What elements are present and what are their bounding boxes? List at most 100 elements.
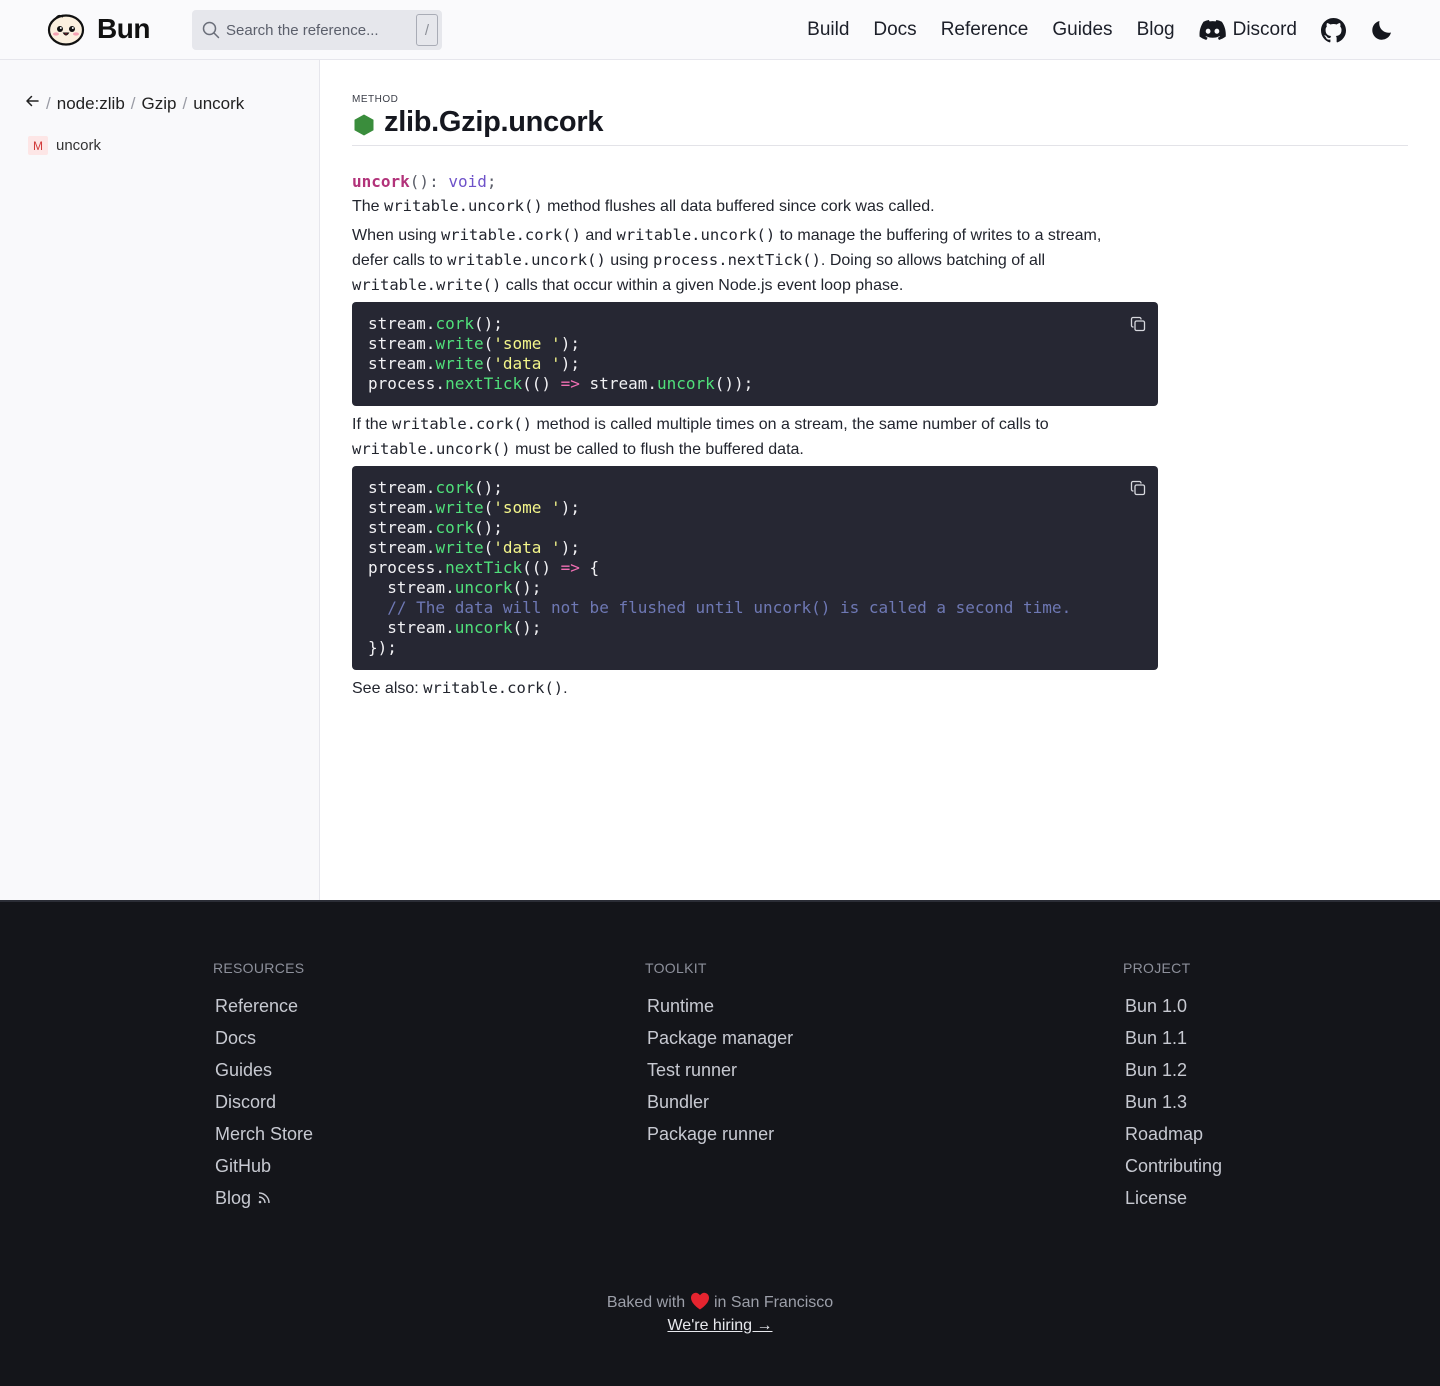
code-token: ( — [483, 498, 494, 517]
footer-link-blog-label: Blog — [215, 1187, 252, 1208]
signature-name: uncork — [352, 172, 410, 191]
code-token: ); — [560, 334, 580, 353]
text: If the — [352, 416, 393, 433]
code-token: ); — [560, 538, 580, 557]
code-token: stream. — [368, 618, 455, 637]
footer-link-bun-1-0[interactable]: Bun 1.0 — [1125, 990, 1222, 1022]
sidebar: / node:zlib / Gzip / uncork M uncork — [0, 60, 320, 900]
footer-link-contributing[interactable]: Contributing — [1125, 1150, 1222, 1182]
code-line: stream.write('data '); — [368, 354, 1142, 374]
code-token: nextTick — [445, 558, 523, 577]
copy-icon — [1130, 316, 1146, 332]
text: . Doing so allows batching of all — [820, 252, 1046, 269]
code-line: stream.uncork(); — [368, 578, 1142, 598]
discord-icon — [1199, 20, 1226, 40]
bun-logo-link[interactable]: Bun — [47, 12, 150, 46]
nav-build[interactable]: Build — [807, 19, 849, 41]
inline-code: writable.uncork() — [616, 226, 776, 244]
footer-link-runtime[interactable]: Runtime — [647, 990, 793, 1022]
signature-type: void — [448, 172, 487, 191]
nav-guides[interactable]: Guides — [1052, 19, 1112, 41]
footer-link-bun-1-3[interactable]: Bun 1.3 — [1125, 1086, 1222, 1118]
footer-link-guides[interactable]: Guides — [215, 1054, 313, 1086]
footer-link-docs[interactable]: Docs — [215, 1022, 313, 1054]
breadcrumb-separator: / — [46, 93, 51, 113]
nav-docs[interactable]: Docs — [873, 19, 916, 41]
nav-blog[interactable]: Blog — [1137, 19, 1175, 41]
code-token: ()); — [714, 374, 754, 393]
footer-link-test-runner[interactable]: Test runner — [647, 1054, 793, 1086]
search-placeholder: Search the reference... — [226, 21, 379, 39]
code-comment: // The data will not be flushed until un… — [368, 598, 1072, 617]
breadcrumb-separator: / — [182, 93, 188, 113]
footer-link-bun-1-2[interactable]: Bun 1.2 — [1125, 1054, 1222, 1086]
footer-link-reference[interactable]: Reference — [215, 990, 313, 1022]
text: method is called multiple times on a str… — [532, 416, 1049, 433]
copy-code-button[interactable] — [1130, 316, 1146, 337]
nav-reference[interactable]: Reference — [941, 19, 1029, 41]
code-token: (); — [473, 478, 503, 497]
code-token: uncork — [454, 618, 513, 637]
nav-discord[interactable]: Discord — [1199, 19, 1297, 41]
theme-toggle[interactable] — [1370, 18, 1394, 42]
breadcrumb-uncork[interactable]: uncork — [193, 94, 244, 114]
moon-icon — [1372, 21, 1391, 40]
footer: RESOURCES Reference Docs Guides Discord … — [0, 900, 1440, 1386]
code-token: cork — [435, 478, 474, 497]
code-token: 'data ' — [493, 354, 561, 373]
sidebar-item-label: uncork — [56, 137, 102, 154]
code-line: stream.write('some '); — [368, 498, 1142, 518]
breadcrumb-node-zlib[interactable]: node:zlib — [57, 94, 125, 114]
copy-code-button[interactable] — [1130, 480, 1146, 501]
code-token: ); — [560, 354, 580, 373]
footer-link-roadmap[interactable]: Roadmap — [1125, 1118, 1222, 1150]
code-token: (() — [522, 558, 561, 577]
code-token: stream. — [368, 314, 436, 333]
sidebar-item-uncork[interactable]: M uncork — [28, 136, 101, 155]
text: using — [605, 252, 653, 269]
code-line: stream.cork(); — [368, 314, 1142, 334]
code-token: 'some ' — [493, 498, 561, 517]
footer-link-github[interactable]: GitHub — [215, 1150, 313, 1182]
code-token: ( — [483, 354, 494, 373]
code-line: }); — [368, 638, 1142, 658]
rss-icon — [258, 1192, 270, 1204]
code-token: stream. — [368, 538, 436, 557]
code-line: stream.write('data '); — [368, 538, 1142, 558]
breadcrumb-gzip[interactable]: Gzip — [142, 94, 177, 114]
code-token: (); — [473, 518, 503, 537]
code-block: stream.cork(); stream.write('some '); st… — [352, 466, 1158, 670]
discord-label: Discord — [1232, 19, 1297, 40]
hiring-link[interactable]: We're hiring → — [667, 1317, 772, 1334]
github-link[interactable] — [1321, 17, 1346, 43]
code-line: stream.write('some '); — [368, 334, 1142, 354]
code-token: (); — [473, 314, 503, 333]
footer-link-package-manager[interactable]: Package manager — [647, 1022, 793, 1054]
footer-link-merch-store[interactable]: Merch Store — [215, 1118, 313, 1150]
title-row: zlib.Gzip.uncork — [352, 105, 1408, 146]
back-arrow-link[interactable] — [24, 93, 40, 114]
code-line: // The data will not be flushed until un… — [368, 598, 1142, 618]
signature-end: ; — [486, 172, 497, 191]
footer-link-license[interactable]: License — [1125, 1182, 1222, 1214]
code-token: 'data ' — [493, 538, 561, 557]
code-token: 'some ' — [493, 334, 561, 353]
code-token: write — [435, 498, 484, 517]
footer-toolkit-column: TOOLKIT Runtime Package manager Test run… — [645, 960, 793, 1150]
code-token: }); — [368, 638, 397, 657]
footer-link-package-runner[interactable]: Package runner — [647, 1118, 793, 1150]
footer-resources-column: RESOURCES Reference Docs Guides Discord … — [213, 960, 313, 1214]
code-token: cork — [435, 314, 474, 333]
footer-link-bundler[interactable]: Bundler — [647, 1086, 793, 1118]
code-line: stream.cork(); — [368, 478, 1142, 498]
footer-link-discord[interactable]: Discord — [215, 1086, 313, 1118]
search-shortcut-key: / — [416, 14, 438, 46]
description-paragraph: When using writable.cork() and writable.… — [352, 223, 1152, 298]
footer-link-bun-1-1[interactable]: Bun 1.1 — [1125, 1022, 1222, 1054]
code-token: (); — [512, 578, 542, 597]
footer-link-blog[interactable]: Blog — [215, 1182, 313, 1214]
code-token: { — [579, 558, 600, 577]
symbol-kind-label: METHOD — [352, 94, 399, 105]
page-title: zlib.Gzip.uncork — [384, 106, 604, 138]
search-box[interactable]: Search the reference... / — [192, 10, 442, 50]
